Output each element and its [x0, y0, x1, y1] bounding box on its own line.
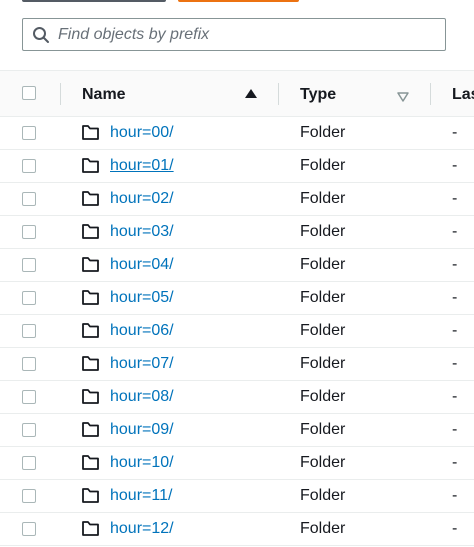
column-header-last-modified[interactable]: Las: [452, 86, 474, 104]
row-type: Folder: [300, 520, 346, 537]
folder-link[interactable]: hour=01/: [110, 157, 174, 175]
folder-link[interactable]: hour=02/: [110, 190, 174, 208]
primary-action-button[interactable]: [178, 0, 299, 2]
table-row[interactable]: hour=06/Folder -: [0, 315, 474, 348]
folder-icon: [82, 158, 99, 173]
table-header: Name Type Las: [0, 70, 474, 117]
table-row[interactable]: hour=05/Folder -: [0, 282, 474, 315]
table-row[interactable]: hour=07/Folder -: [0, 348, 474, 381]
folder-link[interactable]: hour=03/: [110, 223, 174, 241]
folder-icon: [82, 257, 99, 272]
column-header-type[interactable]: Type: [300, 86, 336, 104]
folder-link[interactable]: hour=11/: [110, 487, 172, 505]
folder-icon: [82, 389, 99, 404]
row-type: Folder: [300, 421, 346, 438]
row-last-modified: -: [452, 421, 458, 438]
folder-link[interactable]: hour=00/: [110, 124, 174, 142]
row-type: Folder: [300, 223, 346, 240]
select-all-checkbox[interactable]: [22, 86, 36, 100]
row-checkbox[interactable]: [22, 489, 36, 503]
row-type: Folder: [300, 454, 346, 471]
row-checkbox[interactable]: [22, 225, 36, 239]
table-row[interactable]: hour=10/Folder -: [0, 447, 474, 480]
folder-link[interactable]: hour=07/: [110, 355, 174, 373]
search-field[interactable]: [22, 18, 446, 51]
row-type: Folder: [300, 124, 346, 141]
row-checkbox[interactable]: [22, 423, 36, 437]
folder-icon: [82, 455, 99, 470]
row-checkbox[interactable]: [22, 357, 36, 371]
row-last-modified: -: [452, 487, 458, 504]
table-row[interactable]: hour=00/Folder -: [0, 117, 474, 150]
folder-icon: [82, 488, 99, 503]
row-checkbox[interactable]: [22, 192, 36, 206]
folder-icon: [82, 191, 99, 206]
folder-icon: [82, 224, 99, 239]
row-last-modified: -: [452, 289, 458, 306]
table-row[interactable]: hour=11/Folder -: [0, 480, 474, 513]
row-last-modified: -: [452, 124, 458, 141]
row-type: Folder: [300, 157, 346, 174]
row-checkbox[interactable]: [22, 258, 36, 272]
folder-icon: [82, 422, 99, 437]
secondary-action-button[interactable]: [22, 0, 166, 2]
table-row[interactable]: hour=01/Folder -: [0, 150, 474, 183]
table-row[interactable]: hour=08/Folder -: [0, 381, 474, 414]
folder-link[interactable]: hour=08/: [110, 388, 174, 406]
table-row[interactable]: hour=04/Folder -: [0, 249, 474, 282]
column-divider[interactable]: [60, 83, 61, 105]
row-last-modified: -: [452, 223, 458, 240]
row-last-modified: -: [452, 388, 458, 405]
folder-icon: [82, 521, 99, 536]
row-checkbox[interactable]: [22, 126, 36, 140]
row-last-modified: -: [452, 256, 458, 273]
row-type: Folder: [300, 256, 346, 273]
row-type: Folder: [300, 355, 346, 372]
row-last-modified: -: [452, 322, 458, 339]
row-checkbox[interactable]: [22, 159, 36, 173]
row-checkbox[interactable]: [22, 291, 36, 305]
folder-link[interactable]: hour=06/: [110, 322, 174, 340]
table-row[interactable]: hour=02/Folder -: [0, 183, 474, 216]
folder-icon: [82, 323, 99, 338]
row-last-modified: -: [452, 355, 458, 372]
folder-link[interactable]: hour=10/: [110, 454, 174, 472]
column-header-name[interactable]: Name: [82, 86, 126, 104]
sort-ascending-icon[interactable]: [245, 89, 257, 98]
column-divider[interactable]: [430, 83, 431, 105]
folder-link[interactable]: hour=05/: [110, 289, 174, 307]
row-type: Folder: [300, 289, 346, 306]
table-row[interactable]: hour=12/Folder -: [0, 513, 474, 546]
row-checkbox[interactable]: [22, 522, 36, 536]
search-icon: [32, 26, 50, 44]
row-type: Folder: [300, 190, 346, 207]
row-checkbox[interactable]: [22, 390, 36, 404]
row-checkbox[interactable]: [22, 324, 36, 338]
row-last-modified: -: [452, 454, 458, 471]
column-divider[interactable]: [278, 83, 279, 105]
row-last-modified: -: [452, 157, 458, 174]
row-checkbox[interactable]: [22, 456, 36, 470]
row-last-modified: -: [452, 520, 458, 537]
row-type: Folder: [300, 388, 346, 405]
folder-icon: [82, 125, 99, 140]
row-type: Folder: [300, 487, 346, 504]
row-last-modified: -: [452, 190, 458, 207]
sort-descending-icon[interactable]: [397, 89, 409, 102]
table-row[interactable]: hour=09/Folder -: [0, 414, 474, 447]
table-body: hour=00/Folder - hour=01/Folder - hour=02/Fo…: [0, 117, 474, 546]
search-input[interactable]: [58, 25, 428, 44]
folder-link[interactable]: hour=04/: [110, 256, 174, 274]
top-action-buttons: [0, 0, 474, 4]
folder-icon: [82, 290, 99, 305]
folder-icon: [82, 356, 99, 371]
folder-link[interactable]: hour=12/: [110, 520, 174, 538]
row-type: Folder: [300, 322, 346, 339]
folder-link[interactable]: hour=09/: [110, 421, 174, 439]
table-row[interactable]: hour=03/Folder -: [0, 216, 474, 249]
